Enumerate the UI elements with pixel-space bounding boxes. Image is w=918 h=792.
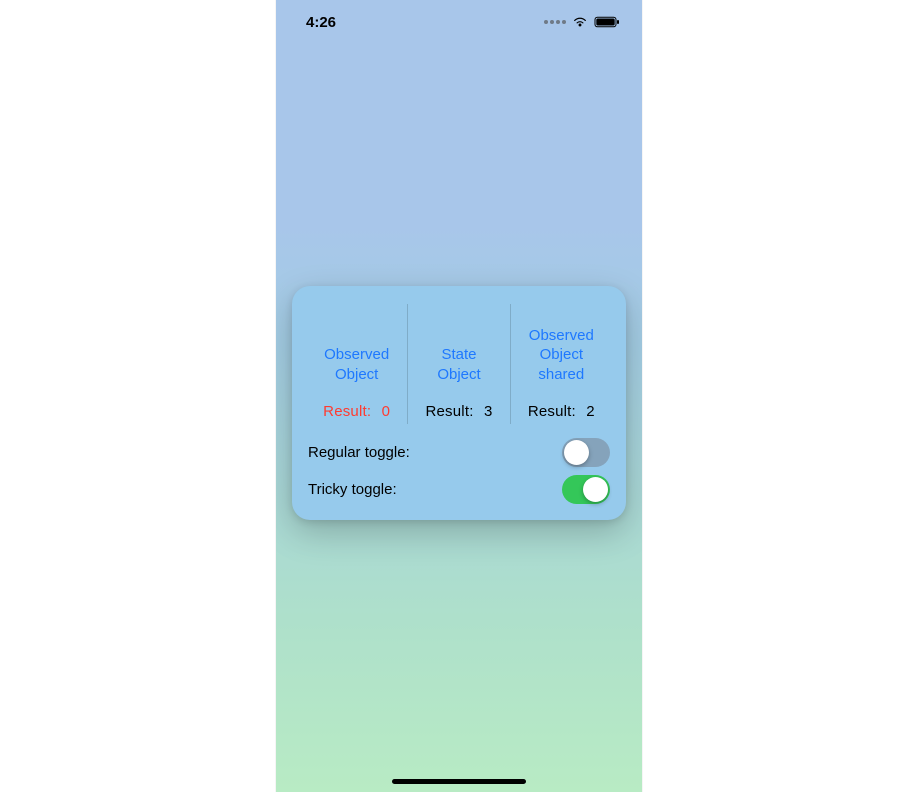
result-observed: Result: 0 (306, 403, 407, 420)
toggle-knob (564, 440, 589, 465)
result-value: 3 (484, 403, 493, 420)
home-indicator (392, 779, 526, 784)
column-state-object: State Object Result: 3 (407, 304, 509, 424)
result-shared: Result: 2 (511, 403, 612, 420)
result-label: Result: (323, 403, 371, 420)
result-label: Result: (528, 403, 576, 420)
regular-toggle-row: Regular toggle: (306, 438, 612, 467)
label-line: Object (437, 366, 480, 383)
result-state: Result: 3 (408, 403, 509, 420)
label-line: Object (540, 346, 583, 363)
result-label: Result: (425, 403, 473, 420)
label-line: shared (538, 366, 584, 383)
state-object-button[interactable]: State Object (408, 345, 509, 385)
label-line: Object (335, 366, 378, 383)
toggle-knob (583, 477, 608, 502)
column-observed-shared: Observed Object shared Result: 2 (510, 304, 612, 424)
columns: Observed Object Result: 0 State Object R… (306, 304, 612, 424)
status-right (544, 16, 620, 28)
tricky-toggle-label: Tricky toggle: (308, 481, 397, 498)
wifi-icon (572, 16, 588, 28)
column-observed-object: Observed Object Result: 0 (306, 304, 407, 424)
main-card: Observed Object Result: 0 State Object R… (292, 286, 626, 520)
cellular-icon (544, 20, 566, 24)
result-value: 2 (586, 403, 595, 420)
observed-object-button[interactable]: Observed Object (306, 345, 407, 385)
regular-toggle-label: Regular toggle: (308, 444, 410, 461)
tricky-toggle[interactable] (562, 475, 610, 504)
observed-shared-button[interactable]: Observed Object shared (511, 326, 612, 385)
label-line: State (441, 346, 476, 363)
battery-icon (594, 16, 620, 28)
result-value: 0 (382, 403, 391, 420)
regular-toggle[interactable] (562, 438, 610, 467)
tricky-toggle-row: Tricky toggle: (306, 475, 612, 504)
label-line: Observed (529, 327, 594, 344)
status-bar: 4:26 (276, 0, 642, 44)
phone-frame: 4:26 Observed Object Result: 0 (276, 0, 642, 792)
label-line: Observed (324, 346, 389, 363)
status-time: 4:26 (306, 14, 336, 31)
